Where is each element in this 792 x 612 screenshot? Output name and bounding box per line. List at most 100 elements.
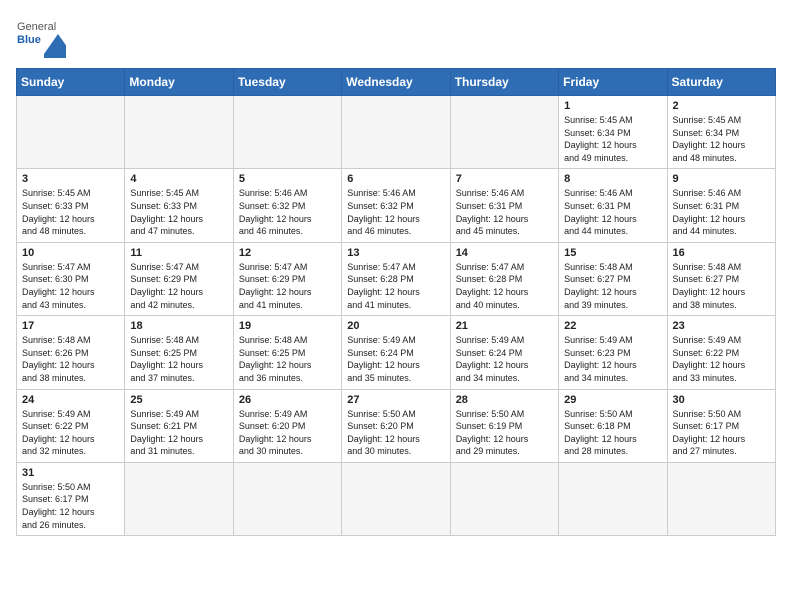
days-header-row: SundayMondayTuesdayWednesdayThursdayFrid…	[17, 69, 776, 96]
week-row-4: 24Sunrise: 5:49 AM Sunset: 6:22 PM Dayli…	[17, 389, 776, 462]
week-row-5: 31 Sunrise: 5:50 AM Sunset: 6:17 PM Dayli…	[17, 462, 776, 535]
day-cell: 17Sunrise: 5:48 AM Sunset: 6:26 PM Dayli…	[17, 316, 125, 389]
day-cell: 15 Sunrise: 5:48 AM Sunset: 6:27 PM Dayli…	[559, 242, 667, 315]
day-number: 4	[130, 173, 227, 185]
day-cell	[342, 462, 450, 535]
day-cell: 23 Sunrise: 5:49 AM Sunset: 6:22 PM Dayli…	[667, 316, 775, 389]
day-cell	[667, 462, 775, 535]
day-number: 3	[22, 173, 119, 185]
day-info: Sunrise: 5:50 AM Sunset: 6:18 PM Dayligh…	[564, 408, 661, 458]
day-cell: 4 Sunrise: 5:45 AM Sunset: 6:33 PM Daylig…	[125, 169, 233, 242]
day-cell: 9Sunrise: 5:46 AM Sunset: 6:31 PM Daylig…	[667, 169, 775, 242]
day-info: Sunrise: 5:47 AM Sunset: 6:30 PM Dayligh…	[22, 261, 119, 311]
day-cell: 13Sunrise: 5:47 AM Sunset: 6:28 PM Dayli…	[342, 242, 450, 315]
day-cell: 1 Sunrise: 5:45 AM Sunset: 6:34 PM Daylig…	[559, 96, 667, 169]
day-number: 28	[456, 394, 553, 406]
day-info: Sunrise: 5:48 AM Sunset: 6:25 PM Dayligh…	[130, 334, 227, 384]
day-number: 29	[564, 394, 661, 406]
day-header-thursday: Thursday	[450, 69, 558, 96]
day-info: Sunrise: 5:50 AM Sunset: 6:17 PM Dayligh…	[673, 408, 770, 458]
day-cell: 28Sunrise: 5:50 AM Sunset: 6:19 PM Dayli…	[450, 389, 558, 462]
day-cell	[125, 462, 233, 535]
day-cell: 19 Sunrise: 5:48 AM Sunset: 6:25 PM Dayli…	[233, 316, 341, 389]
day-number: 26	[239, 394, 336, 406]
day-info: Sunrise: 5:45 AM Sunset: 6:33 PM Dayligh…	[130, 187, 227, 237]
calendar: SundayMondayTuesdayWednesdayThursdayFrid…	[16, 68, 776, 536]
day-header-tuesday: Tuesday	[233, 69, 341, 96]
day-cell: 30Sunrise: 5:50 AM Sunset: 6:17 PM Dayli…	[667, 389, 775, 462]
day-info: Sunrise: 5:46 AM Sunset: 6:32 PM Dayligh…	[347, 187, 444, 237]
day-info: Sunrise: 5:49 AM Sunset: 6:24 PM Dayligh…	[456, 334, 553, 384]
day-cell: 5 Sunrise: 5:46 AM Sunset: 6:32 PM Daylig…	[233, 169, 341, 242]
day-number: 22	[564, 320, 661, 332]
logo: General Blue	[16, 16, 66, 58]
day-number: 2	[673, 100, 770, 112]
day-cell: 20Sunrise: 5:49 AM Sunset: 6:24 PM Dayli…	[342, 316, 450, 389]
day-info: Sunrise: 5:47 AM Sunset: 6:28 PM Dayligh…	[456, 261, 553, 311]
day-info: Sunrise: 5:49 AM Sunset: 6:21 PM Dayligh…	[130, 408, 227, 458]
day-header-wednesday: Wednesday	[342, 69, 450, 96]
day-info: Sunrise: 5:49 AM Sunset: 6:23 PM Dayligh…	[564, 334, 661, 384]
day-info: Sunrise: 5:49 AM Sunset: 6:20 PM Dayligh…	[239, 408, 336, 458]
day-info: Sunrise: 5:48 AM Sunset: 6:25 PM Dayligh…	[239, 334, 336, 384]
day-number: 23	[673, 320, 770, 332]
day-cell: 25 Sunrise: 5:49 AM Sunset: 6:21 PM Dayli…	[125, 389, 233, 462]
day-number: 27	[347, 394, 444, 406]
day-cell: 31 Sunrise: 5:50 AM Sunset: 6:17 PM Dayli…	[17, 462, 125, 535]
day-number: 1	[564, 100, 661, 112]
day-info: Sunrise: 5:49 AM Sunset: 6:22 PM Dayligh…	[673, 334, 770, 384]
day-info: Sunrise: 5:50 AM Sunset: 6:20 PM Dayligh…	[347, 408, 444, 458]
day-cell: 27 Sunrise: 5:50 AM Sunset: 6:20 PM Dayli…	[342, 389, 450, 462]
week-row-1: 3 Sunrise: 5:45 AM Sunset: 6:33 PM Daylig…	[17, 169, 776, 242]
week-row-2: 10 Sunrise: 5:47 AM Sunset: 6:30 PM Dayli…	[17, 242, 776, 315]
day-cell: 2 Sunrise: 5:45 AM Sunset: 6:34 PM Daylig…	[667, 96, 775, 169]
day-info: Sunrise: 5:47 AM Sunset: 6:29 PM Dayligh…	[130, 261, 227, 311]
day-number: 19	[239, 320, 336, 332]
day-cell	[342, 96, 450, 169]
day-number: 18	[130, 320, 227, 332]
day-number: 24	[22, 394, 119, 406]
day-cell: 18 Sunrise: 5:48 AM Sunset: 6:25 PM Dayli…	[125, 316, 233, 389]
header: General Blue	[16, 16, 776, 58]
day-info: Sunrise: 5:45 AM Sunset: 6:34 PM Dayligh…	[564, 114, 661, 164]
day-info: Sunrise: 5:46 AM Sunset: 6:32 PM Dayligh…	[239, 187, 336, 237]
day-info: Sunrise: 5:48 AM Sunset: 6:26 PM Dayligh…	[22, 334, 119, 384]
day-number: 21	[456, 320, 553, 332]
day-cell: 12Sunrise: 5:47 AM Sunset: 6:29 PM Dayli…	[233, 242, 341, 315]
day-number: 16	[673, 247, 770, 259]
day-info: Sunrise: 5:45 AM Sunset: 6:34 PM Dayligh…	[673, 114, 770, 164]
day-number: 25	[130, 394, 227, 406]
day-cell: 11Sunrise: 5:47 AM Sunset: 6:29 PM Dayli…	[125, 242, 233, 315]
day-number: 6	[347, 173, 444, 185]
day-header-saturday: Saturday	[667, 69, 775, 96]
week-row-3: 17Sunrise: 5:48 AM Sunset: 6:26 PM Dayli…	[17, 316, 776, 389]
day-cell: 3Sunrise: 5:45 AM Sunset: 6:33 PM Daylig…	[17, 169, 125, 242]
day-cell: 16 Sunrise: 5:48 AM Sunset: 6:27 PM Dayli…	[667, 242, 775, 315]
day-info: Sunrise: 5:48 AM Sunset: 6:27 PM Dayligh…	[564, 261, 661, 311]
day-number: 7	[456, 173, 553, 185]
svg-text:Blue: Blue	[17, 34, 41, 46]
day-cell	[125, 96, 233, 169]
day-number: 10	[22, 247, 119, 259]
day-cell: 7 Sunrise: 5:46 AM Sunset: 6:31 PM Daylig…	[450, 169, 558, 242]
day-cell	[450, 96, 558, 169]
day-cell	[559, 462, 667, 535]
logo-svg: General Blue	[16, 16, 66, 58]
day-header-sunday: Sunday	[17, 69, 125, 96]
day-info: Sunrise: 5:48 AM Sunset: 6:27 PM Dayligh…	[673, 261, 770, 311]
day-header-monday: Monday	[125, 69, 233, 96]
day-cell: 22 Sunrise: 5:49 AM Sunset: 6:23 PM Dayli…	[559, 316, 667, 389]
day-info: Sunrise: 5:50 AM Sunset: 6:17 PM Dayligh…	[22, 481, 119, 531]
day-number: 9	[673, 173, 770, 185]
day-number: 15	[564, 247, 661, 259]
day-cell: 26 Sunrise: 5:49 AM Sunset: 6:20 PM Dayli…	[233, 389, 341, 462]
day-number: 31	[22, 467, 119, 479]
day-info: Sunrise: 5:49 AM Sunset: 6:24 PM Dayligh…	[347, 334, 444, 384]
day-cell	[233, 96, 341, 169]
day-number: 5	[239, 173, 336, 185]
day-info: Sunrise: 5:46 AM Sunset: 6:31 PM Dayligh…	[564, 187, 661, 237]
day-info: Sunrise: 5:46 AM Sunset: 6:31 PM Dayligh…	[456, 187, 553, 237]
day-cell: 29 Sunrise: 5:50 AM Sunset: 6:18 PM Dayli…	[559, 389, 667, 462]
day-cell	[450, 462, 558, 535]
week-row-0: 1 Sunrise: 5:45 AM Sunset: 6:34 PM Daylig…	[17, 96, 776, 169]
